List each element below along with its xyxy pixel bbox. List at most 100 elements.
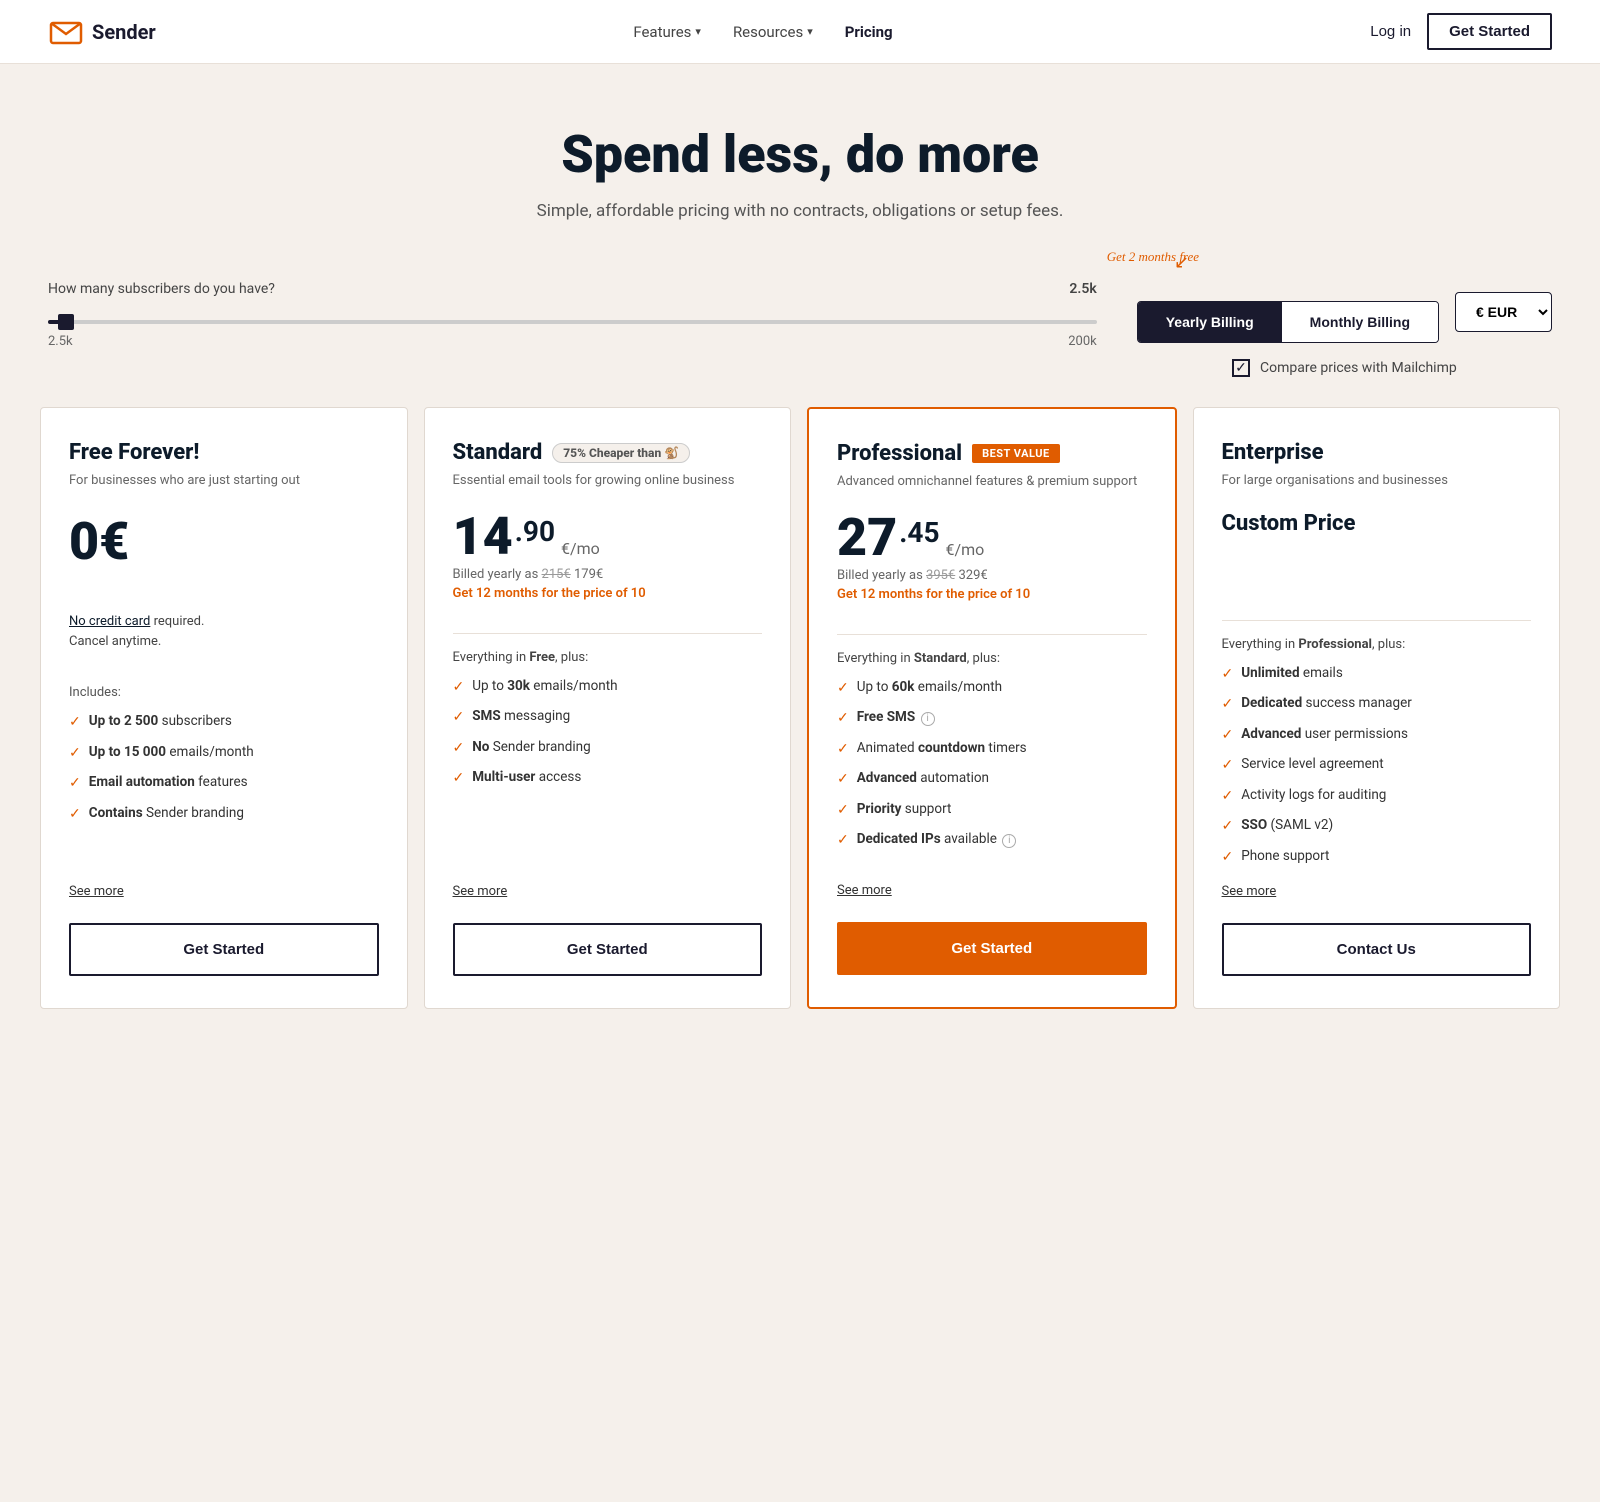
logo[interactable]: Sender xyxy=(48,18,156,46)
check-icon: ✓ xyxy=(69,774,81,794)
checkmark-icon: ✓ xyxy=(1235,360,1247,376)
billing-control: Get 2 months free ↙ Yearly Billing Month… xyxy=(1137,281,1552,377)
divider xyxy=(453,633,763,634)
list-item: ✓ Activity logs for auditing xyxy=(1222,786,1532,807)
compare-row: ✓ Compare prices with Mailchimp xyxy=(1232,359,1457,377)
free-cta-button[interactable]: Get Started xyxy=(69,923,379,976)
navbar: Sender Features ▾ Resources ▾ Pricing Lo… xyxy=(0,0,1600,64)
chevron-down-icon: ▾ xyxy=(695,25,701,38)
plan-card-standard: Standard 75% Cheaper than 🐒 Essential em… xyxy=(424,407,792,1009)
plan-standard-price-decimal: .90 xyxy=(515,515,555,548)
plan-pro-price-decimal: .45 xyxy=(899,516,939,549)
plan-free-features: ✓ Up to 2 500 subscribers ✓ Up to 15 000… xyxy=(69,712,379,868)
plan-enterprise-name: Enterprise xyxy=(1222,440,1324,465)
info-icon: i xyxy=(921,712,935,726)
list-item: ✓ Phone support xyxy=(1222,847,1532,868)
list-item: ✓ Dedicated success manager xyxy=(1222,694,1532,715)
monthly-billing-button[interactable]: Monthly Billing xyxy=(1282,302,1438,342)
plan-pro-billed: Billed yearly as 395€ 329€ xyxy=(837,568,1147,583)
plan-standard-promo: Get 12 months for the price of 10 xyxy=(453,586,763,601)
check-icon: ✓ xyxy=(837,831,849,851)
nav-links: Features ▾ Resources ▾ Pricing xyxy=(633,23,892,41)
info-icon: i xyxy=(1002,834,1016,848)
nav-resources[interactable]: Resources ▾ xyxy=(733,23,813,41)
check-icon: ✓ xyxy=(453,678,465,698)
plan-standard-name: Standard xyxy=(453,440,543,465)
plan-standard-price-period: €/mo xyxy=(561,539,600,558)
list-item: ✓ Advanced user permissions xyxy=(1222,725,1532,746)
plan-free-includes: Includes: xyxy=(69,685,379,700)
check-icon: ✓ xyxy=(1222,756,1234,776)
check-icon: ✓ xyxy=(837,679,849,699)
check-icon: ✓ xyxy=(1222,726,1234,746)
plan-standard-desc: Essential email tools for growing online… xyxy=(453,471,763,491)
compare-checkbox[interactable]: ✓ xyxy=(1232,359,1250,377)
subscriber-count: 2.5k xyxy=(1069,281,1096,297)
nav-pricing[interactable]: Pricing xyxy=(845,23,893,41)
check-icon: ✓ xyxy=(453,769,465,789)
list-item: ✓ SSO (SAML v2) xyxy=(1222,816,1532,837)
check-icon: ✓ xyxy=(1222,848,1234,868)
hero-subtext: Simple, affordable pricing with no contr… xyxy=(48,201,1552,221)
list-item: ✓ Unlimited emails xyxy=(1222,664,1532,685)
currency-select[interactable]: € EUR $ USD £ GBP xyxy=(1455,292,1552,332)
plan-card-enterprise: Enterprise For large organisations and b… xyxy=(1193,407,1561,1009)
list-item: ✓ SMS messaging xyxy=(453,707,763,728)
plan-pro-price-int: 27 xyxy=(837,512,897,564)
arrow-icon: ↙ xyxy=(1174,252,1189,273)
plan-enterprise-features: ✓ Unlimited emails ✓ Dedicated success m… xyxy=(1222,664,1532,868)
free-months-badge: Get 2 months free ↙ xyxy=(1107,249,1199,265)
enterprise-cta-button[interactable]: Contact Us xyxy=(1222,923,1532,976)
standard-see-more-link[interactable]: See more xyxy=(453,884,763,899)
range-min: 2.5k xyxy=(48,334,73,349)
plan-pro-features: ✓ Up to 60k emails/month ✓ Free SMS i ✓ … xyxy=(837,678,1147,867)
check-icon: ✓ xyxy=(69,805,81,825)
check-icon: ✓ xyxy=(69,744,81,764)
plan-standard-features: ✓ Up to 30k emails/month ✓ SMS messaging… xyxy=(453,677,763,868)
list-item: ✓ Multi-user access xyxy=(453,768,763,789)
compare-label: Compare prices with Mailchimp xyxy=(1260,360,1457,376)
billing-toggle: Yearly Billing Monthly Billing xyxy=(1137,301,1439,343)
chevron-down-icon: ▾ xyxy=(807,25,813,38)
plan-free-price: 0€ xyxy=(69,511,129,572)
plan-pro-promo: Get 12 months for the price of 10 xyxy=(837,587,1147,602)
standard-cta-button[interactable]: Get Started xyxy=(453,923,763,976)
list-item: ✓ Up to 2 500 subscribers xyxy=(69,712,379,733)
controls-section: How many subscribers do you have? 2.5k 2… xyxy=(0,261,1600,407)
plan-free-no-credit: No credit card required.Cancel anytime. xyxy=(69,612,379,654)
pro-cta-button[interactable]: Get Started xyxy=(837,922,1147,975)
enterprise-see-more-link[interactable]: See more xyxy=(1222,884,1532,899)
plan-pro-desc: Advanced omnichannel features & premium … xyxy=(837,472,1147,492)
list-item: ✓ Email automation features xyxy=(69,773,379,794)
plan-card-professional: Professional BEST VALUE Advanced omnicha… xyxy=(807,407,1177,1009)
free-see-more-link[interactable]: See more xyxy=(69,884,379,899)
check-icon: ✓ xyxy=(453,708,465,728)
check-icon: ✓ xyxy=(69,713,81,733)
list-item: ✓ Up to 60k emails/month xyxy=(837,678,1147,699)
plan-enterprise-custom-price: Custom Price xyxy=(1222,511,1532,536)
plan-standard-everything-in: Everything in Free, plus: xyxy=(453,650,763,665)
list-item: ✓ Animated countdown timers xyxy=(837,739,1147,760)
pro-see-more-link[interactable]: See more xyxy=(837,883,1147,898)
divider xyxy=(1222,620,1532,621)
plan-enterprise-desc: For large organisations and businesses xyxy=(1222,471,1532,491)
nav-features[interactable]: Features ▾ xyxy=(633,23,701,41)
check-icon: ✓ xyxy=(837,801,849,821)
get-started-nav-button[interactable]: Get Started xyxy=(1427,13,1552,50)
plan-card-free: Free Forever! For businesses who are jus… xyxy=(40,407,408,1009)
list-item: ✓ Priority support xyxy=(837,800,1147,821)
yearly-billing-button[interactable]: Yearly Billing xyxy=(1138,302,1282,342)
list-item: ✓ Up to 30k emails/month xyxy=(453,677,763,698)
plan-standard-price-int: 14 xyxy=(453,511,513,563)
plan-pro-price-period: €/mo xyxy=(946,540,985,559)
subscriber-slider[interactable] xyxy=(48,320,1097,324)
pricing-section: Free Forever! For businesses who are jus… xyxy=(0,407,1600,1069)
divider xyxy=(837,634,1147,635)
list-item: ✓ No Sender branding xyxy=(453,738,763,759)
list-item: ✓ Contains Sender branding xyxy=(69,804,379,825)
check-icon: ✓ xyxy=(837,709,849,729)
cheaper-badge: 75% Cheaper than 🐒 xyxy=(552,443,690,463)
plan-free-name: Free Forever! xyxy=(69,440,199,465)
range-max: 200k xyxy=(1068,334,1097,349)
login-button[interactable]: Log in xyxy=(1370,23,1411,40)
